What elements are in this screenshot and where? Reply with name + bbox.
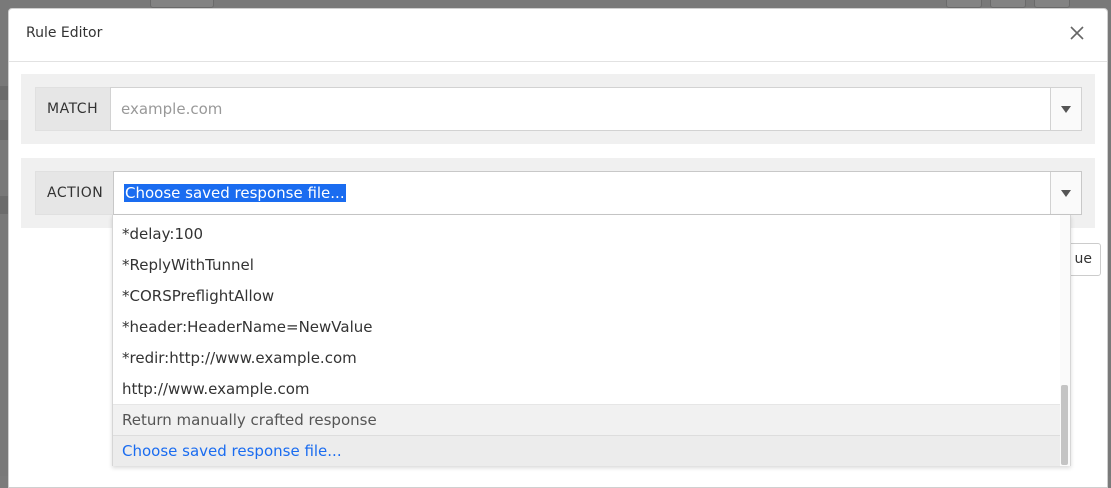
match-dropdown-toggle[interactable] [1050,88,1081,130]
action-combobox[interactable]: Choose saved response file... [113,171,1082,215]
close-icon [1070,26,1084,40]
background-edge [0,196,8,214]
background-edge [0,86,8,100]
match-row: MATCH example.com [21,74,1095,144]
dropdown-option[interactable]: *CORSPreflightAllow [113,281,1062,312]
action-dropdown-list: *delay:100 *ReplyWithTunnel *CORSPreflig… [112,215,1071,466]
dialog-title: Rule Editor [26,25,103,41]
dropdown-scrollbar[interactable] [1060,215,1070,466]
background-button [150,0,214,8]
dropdown-option[interactable]: http://www.example.com [113,374,1062,405]
dropdown-option[interactable]: *delay:100 [113,219,1062,250]
dropdown-option[interactable]: Return manually crafted response [113,404,1062,435]
scrollbar-thumb[interactable] [1061,385,1068,465]
chevron-down-icon [1061,190,1071,197]
match-input[interactable]: example.com [121,100,222,118]
background-button [946,0,982,8]
dialog-header: Rule Editor [9,9,1107,62]
dropdown-option[interactable]: *ReplyWithTunnel [113,250,1062,281]
background-button [1034,0,1070,8]
background-edge [0,120,8,140]
dropdown-option-selected[interactable]: Choose saved response file... [113,435,1062,466]
dropdown-option[interactable]: *header:HeaderName=NewValue [113,312,1062,343]
chevron-down-icon [1061,106,1071,113]
match-combobox[interactable]: example.com [110,87,1082,131]
background-button [990,0,1026,8]
action-dropdown-toggle[interactable] [1050,172,1081,214]
close-button[interactable] [1068,24,1086,42]
dropdown-option[interactable]: *redir:http://www.example.com [113,343,1062,374]
action-input[interactable]: Choose saved response file... [124,184,346,202]
